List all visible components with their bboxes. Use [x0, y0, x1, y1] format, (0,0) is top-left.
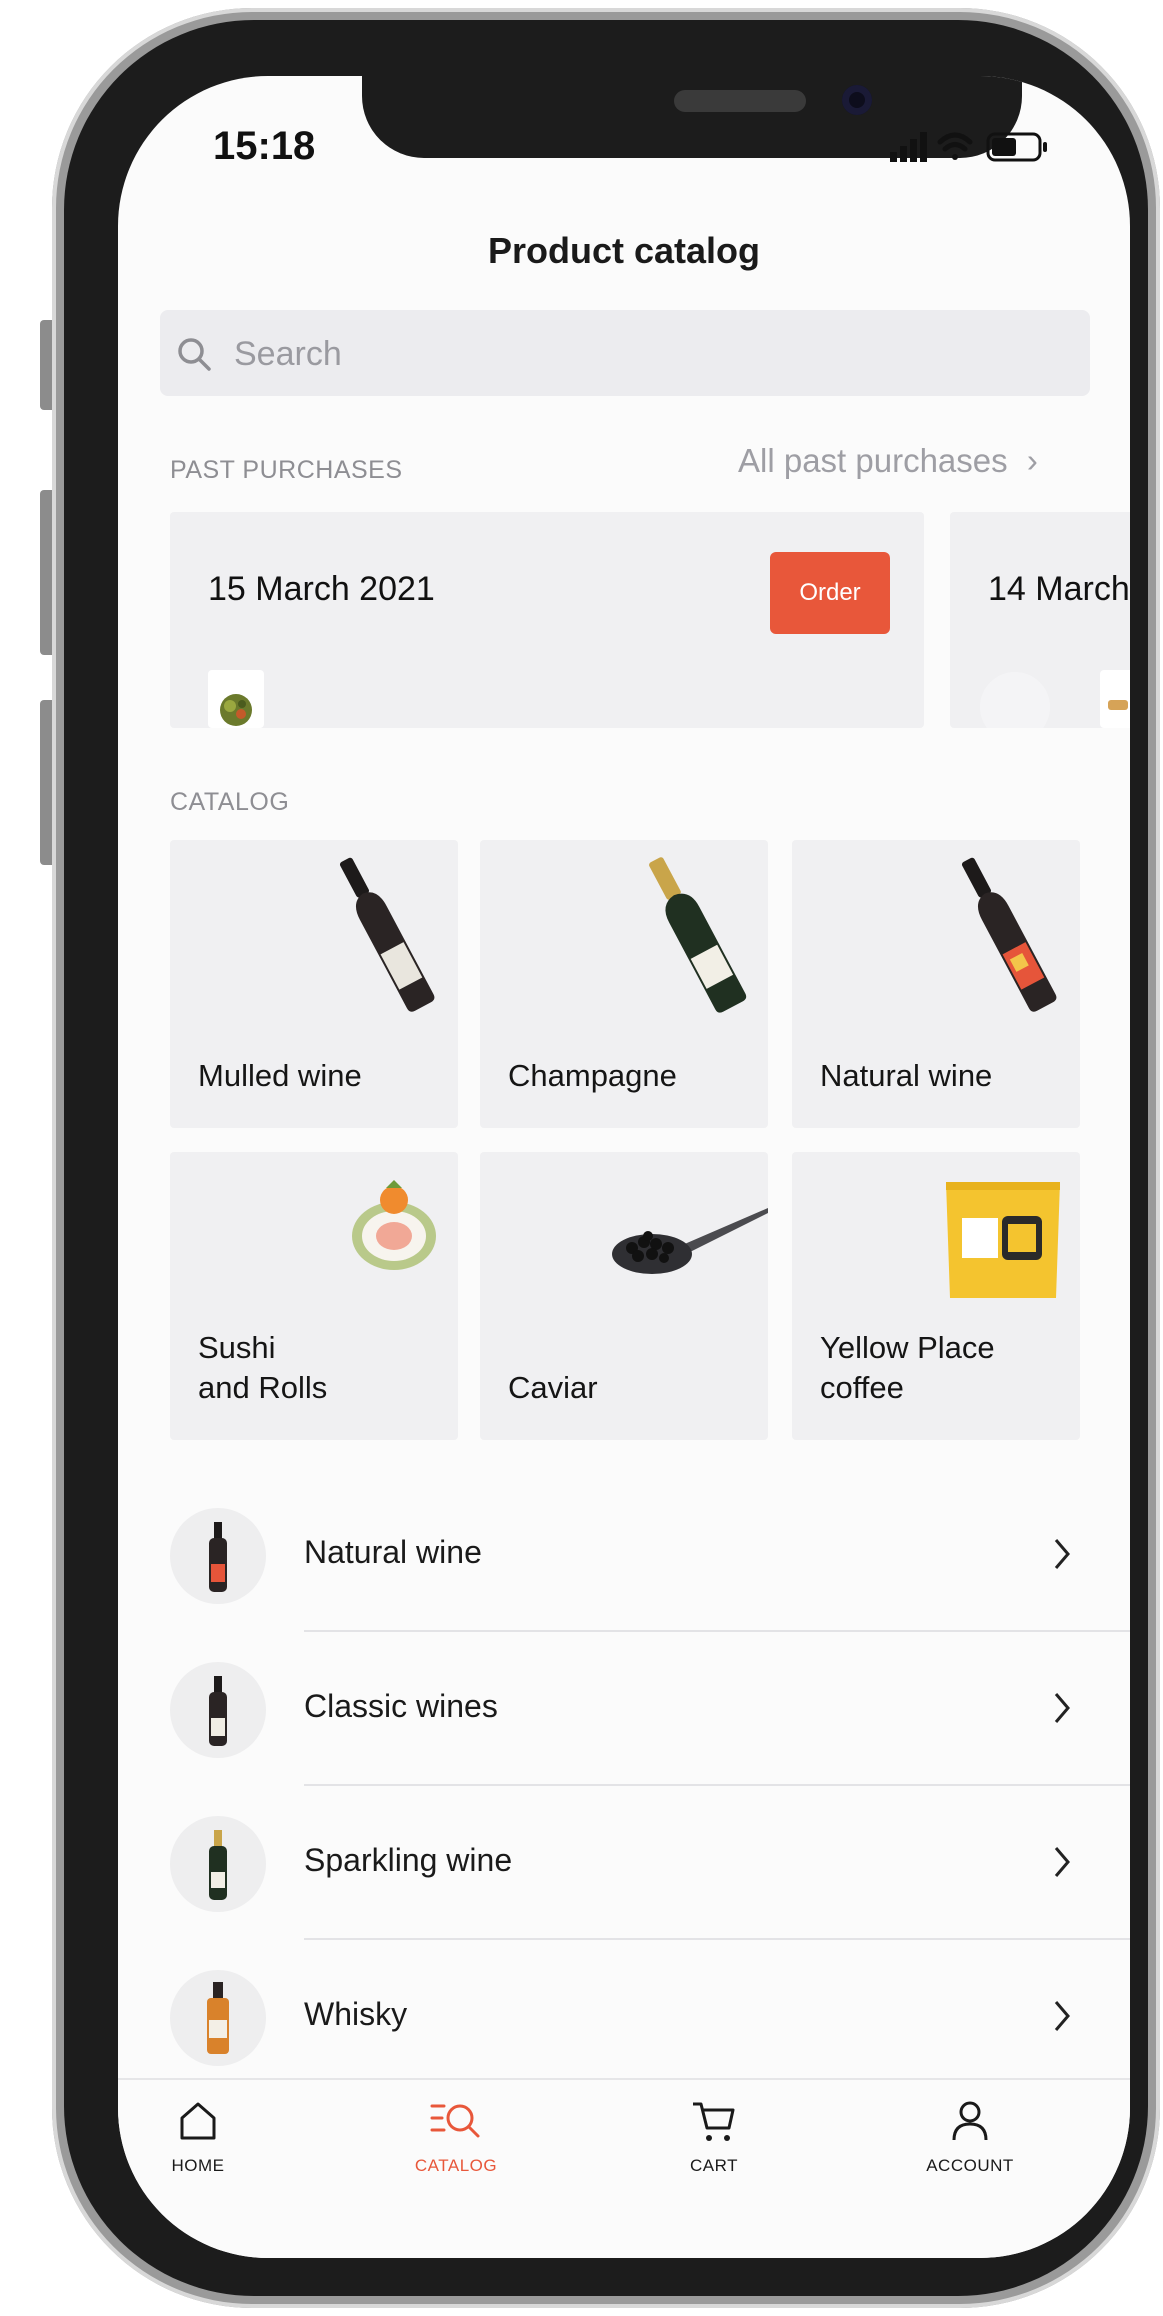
- catalog-search-icon: [430, 2104, 480, 2138]
- tile-caviar[interactable]: Caviar: [480, 1152, 768, 1440]
- phone-screen: 15:18 Product catalog PAST PURCHASES Al: [118, 76, 1130, 2258]
- chevron-right-icon: [1054, 1693, 1070, 1723]
- chevron-right-icon: [1054, 1847, 1070, 1877]
- tile-label: Sushi and Rolls: [198, 1330, 328, 1405]
- purchase-date: 14 March: [988, 570, 1130, 608]
- tab-catalog[interactable]: CATALOG: [376, 2098, 536, 2198]
- search-input[interactable]: [232, 324, 1056, 384]
- tab-cart[interactable]: CART: [634, 2098, 794, 2198]
- tile-label: Champagne: [508, 1058, 677, 1093]
- list-item[interactable]: Natural wine: [118, 1478, 1130, 1632]
- food-icon: [1108, 700, 1128, 710]
- chevron-right-icon: ›: [1026, 442, 1038, 479]
- salad-icon: [220, 694, 252, 726]
- tab-label: CART: [690, 2156, 738, 2175]
- tile-label: Yellow Place coffee: [820, 1330, 995, 1405]
- tile-label: Mulled wine: [198, 1058, 362, 1093]
- speaker: [674, 90, 806, 112]
- product-thumbnail: [1100, 670, 1130, 728]
- caviar-spoon-icon: [612, 1208, 768, 1274]
- coffee-bag-icon: [946, 1182, 1060, 1298]
- page-title: Product catalog: [487, 230, 761, 271]
- front-camera: [842, 85, 872, 115]
- natural-wine-bottle-icon: [209, 1522, 227, 1592]
- tab-label: ACCOUNT: [926, 2156, 1014, 2175]
- list-item-label: Whisky: [304, 1996, 408, 2032]
- all-past-purchases-link[interactable]: All past purchases ›: [738, 442, 1038, 480]
- list-item-label: Classic wines: [304, 1688, 498, 1724]
- cart-icon: [693, 2102, 735, 2141]
- all-past-purchases-label: All past purchases: [738, 442, 1008, 479]
- battery-icon: [986, 132, 1047, 162]
- list-item-label: Sparkling wine: [304, 1842, 513, 1878]
- tile-natural-wine[interactable]: Natural wine: [792, 840, 1080, 1128]
- catalog-label: CATALOG: [170, 788, 290, 816]
- tab-home[interactable]: HOME: [118, 2098, 278, 2198]
- search-bar[interactable]: [160, 310, 1090, 396]
- product-thumbnail: [208, 670, 264, 728]
- classic-wine-bottle-icon: [209, 1676, 227, 1746]
- whisky-bottle-icon: [207, 1982, 229, 2054]
- tab-bar: HOME CATALOG CART ACCOUNT: [118, 2078, 1130, 2258]
- list-thumbnail: [170, 1970, 266, 2066]
- list-item[interactable]: Sparkling wine: [118, 1786, 1130, 1940]
- list-item[interactable]: Classic wines: [118, 1632, 1130, 1786]
- tile-champagne[interactable]: Champagne: [480, 840, 768, 1128]
- chevron-right-icon: [1054, 2001, 1070, 2031]
- purchase-card[interactable]: 14 March: [950, 512, 1130, 728]
- signal-icon: [890, 132, 927, 162]
- purchase-card[interactable]: 15 March 2021 Order: [170, 512, 924, 728]
- product-thumbnail: [980, 672, 1050, 728]
- status-time: 15:18: [213, 124, 316, 168]
- account-icon: [952, 2101, 988, 2141]
- home-icon: [180, 2102, 216, 2140]
- list-item[interactable]: Whisky: [118, 1940, 1130, 2094]
- tile-label: Caviar: [508, 1370, 598, 1405]
- purchase-date: 15 March 2021: [208, 570, 435, 608]
- tab-account[interactable]: ACCOUNT: [890, 2098, 1050, 2198]
- sushi-roll-icon: [352, 1180, 436, 1270]
- tile-mulled-wine[interactable]: Mulled wine: [170, 840, 458, 1128]
- wifi-icon: [937, 132, 973, 160]
- tile-yellow-place-coffee[interactable]: Yellow Place coffee: [792, 1152, 1080, 1440]
- sparkling-wine-bottle-icon: [209, 1830, 227, 1900]
- order-button[interactable]: Order: [770, 552, 890, 634]
- past-purchases-label: PAST PURCHASES: [170, 456, 403, 484]
- status-icons: [890, 132, 1047, 162]
- list-thumbnail: [170, 1508, 266, 1604]
- list-thumbnail: [170, 1662, 266, 1758]
- tab-label: CATALOG: [414, 2156, 498, 2175]
- tab-label: HOME: [171, 2156, 225, 2175]
- tile-sushi-and-rolls[interactable]: Sushi and Rolls: [170, 1152, 458, 1440]
- chevron-right-icon: [1054, 1539, 1070, 1569]
- search-icon: [178, 338, 211, 371]
- champagne-bottle-icon: [649, 857, 747, 1013]
- red-wine-bottle-icon: [339, 857, 435, 1012]
- list-item-label: Natural wine: [304, 1534, 482, 1570]
- tile-label: Natural wine: [820, 1058, 993, 1093]
- natural-wine-bottle-icon: [961, 857, 1057, 1012]
- list-thumbnail: [170, 1816, 266, 1912]
